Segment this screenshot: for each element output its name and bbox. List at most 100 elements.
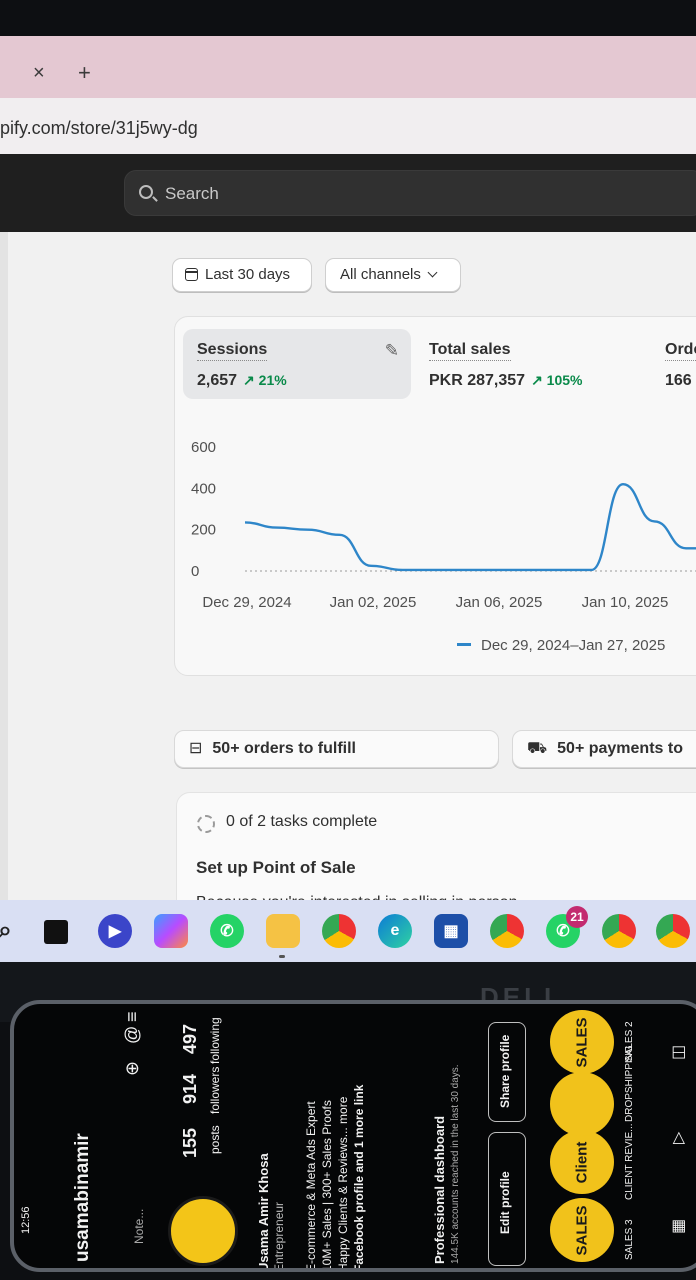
- bio-line-3[interactable]: Happy Clients & Reviews... more: [336, 1097, 350, 1268]
- y-tick-label: 200: [191, 522, 216, 539]
- followers-label: followers: [208, 1066, 222, 1114]
- tagged-icon[interactable]: ◫: [668, 1045, 688, 1060]
- legend-label: Dec 29, 2024–Jan 27, 2025: [481, 637, 666, 654]
- monitor-screen: × + pify.com/store/31j5wy-dg Search Last…: [0, 36, 696, 962]
- search-placeholder: Search: [165, 184, 219, 203]
- metric-value: 166: [665, 372, 692, 389]
- dashboard-subtitle: 144.5K accounts reached in the last 30 d…: [450, 1064, 461, 1264]
- menu-icon[interactable]: ≡: [122, 1011, 143, 1022]
- metric-value: PKR 287,357 ↗ 105%: [429, 372, 583, 389]
- highlight-label-1: SALES 3: [624, 1219, 635, 1260]
- instagram-profile-screen: 12:56 usamabinamir @ ⊕ ≡ Note... 155 pos…: [14, 1004, 696, 1272]
- analytics-card: 600 400 200 0 Dec 29, 2024 Jan 02, 2025 Jan 06…: [174, 316, 696, 676]
- payments-button[interactable]: ⛟ 50+ payments to: [512, 730, 696, 768]
- followers-count[interactable]: 914: [180, 1074, 201, 1104]
- highlight-sales-3[interactable]: SALES: [550, 1198, 614, 1262]
- store-icon[interactable]: ▦: [434, 914, 468, 948]
- following-count[interactable]: 497: [180, 1024, 201, 1054]
- date-range-button[interactable]: Last 30 days: [172, 258, 312, 292]
- series-line: [244, 482, 696, 572]
- profile-role: Entrepreneur: [272, 1201, 286, 1272]
- y-tick-label: 0: [191, 563, 199, 580]
- metric-sessions[interactable]: Sessions ✎ 2,657 ↗ 21%: [183, 329, 411, 399]
- admin-top-bar: Search: [0, 154, 696, 232]
- legend-swatch: [457, 643, 471, 646]
- posts-count[interactable]: 155: [180, 1128, 201, 1158]
- highlight-label-2: CLIENT REVIE...: [624, 1123, 635, 1200]
- bio-line-2: 10M+ Sales | 300+ Sales Proofs: [320, 1100, 334, 1272]
- following-label: following: [208, 1017, 222, 1064]
- bio-line-1: E-commerce & Meta Ads Expert: [304, 1101, 318, 1272]
- search-input[interactable]: Search: [124, 170, 696, 216]
- highlight-sales-2[interactable]: SALES: [550, 1010, 614, 1074]
- highlight-dropshipping[interactable]: [550, 1072, 614, 1136]
- reels-icon[interactable]: ▷: [668, 1132, 688, 1144]
- x-tick-label: Jan 02, 2025: [330, 594, 417, 611]
- share-profile-label: Share profile: [498, 1034, 512, 1108]
- search-icon: [139, 185, 153, 199]
- profile-username[interactable]: usamabinamir: [72, 1133, 94, 1262]
- chrome-profile-icon[interactable]: [490, 914, 524, 948]
- setup-title[interactable]: Set up Point of Sale: [196, 858, 356, 878]
- x-tick-label: Jan 10, 2025: [582, 594, 669, 611]
- phone-status-time: 12:56: [20, 1206, 32, 1234]
- channels-dropdown[interactable]: All channels: [325, 258, 461, 292]
- chrome-icon[interactable]: [322, 914, 356, 948]
- profile-name: Usama Amir Khosa: [256, 1153, 271, 1272]
- edge-icon[interactable]: e: [378, 914, 412, 948]
- chrome-profile-2-icon[interactable]: [602, 914, 636, 948]
- x-tick-label: Jan 06, 2025: [456, 594, 543, 611]
- y-tick-label: 400: [191, 480, 216, 497]
- left-nav-edge: [0, 232, 8, 900]
- avatar[interactable]: [168, 1196, 238, 1266]
- metric-value: 2,657 ↗ 21%: [197, 372, 287, 389]
- search-icon[interactable]: ⌕: [0, 914, 22, 948]
- chrome-profile-3-icon[interactable]: [656, 914, 690, 948]
- orders-to-fulfill-button[interactable]: ⊟ 50+ orders to fulfill: [174, 730, 499, 768]
- teams-icon[interactable]: ▶: [98, 914, 132, 948]
- posts-label: posts: [208, 1125, 222, 1154]
- chart-legend: Dec 29, 2024–Jan 27, 2025: [457, 637, 665, 654]
- chevron-down-icon: [427, 267, 438, 278]
- grid-icon[interactable]: ▦: [668, 1219, 688, 1234]
- close-tab-icon[interactable]: ×: [33, 62, 45, 85]
- active-indicator: [279, 955, 285, 958]
- metric-title: Sessions: [197, 341, 268, 361]
- create-icon[interactable]: ⊕: [122, 1061, 143, 1076]
- metric-delta: ↗ 105%: [531, 372, 583, 388]
- threads-icon[interactable]: @: [122, 1026, 143, 1044]
- file-explorer-icon[interactable]: [266, 914, 300, 958]
- browser-tab-bar: × +: [0, 36, 696, 98]
- highlight-label-4: SALES 2: [624, 1021, 635, 1062]
- inbox-icon: ⊟: [189, 740, 203, 757]
- edit-pencil-icon[interactable]: ✎: [385, 341, 399, 361]
- y-tick-label: 600: [191, 439, 216, 456]
- main-content: Last 30 days All channels 600 400 200 0 Dec …: [0, 232, 696, 932]
- bio-link[interactable]: Facebook profile and 1 more link: [352, 1085, 366, 1268]
- new-tab-icon[interactable]: +: [78, 60, 91, 86]
- note-bubble[interactable]: Note...: [132, 1209, 146, 1244]
- task-progress: 0 of 2 tasks complete: [226, 813, 378, 830]
- whatsapp-business-icon[interactable]: ✆ 21: [546, 906, 588, 948]
- metric-total-sales[interactable]: Total sales PKR 287,357 ↗ 105%: [415, 329, 635, 399]
- date-range-label: Last 30 days: [205, 266, 291, 283]
- url-text[interactable]: pify.com/store/31j5wy-dg: [0, 118, 198, 139]
- metric-orders[interactable]: Orde 166: [651, 329, 696, 399]
- address-bar[interactable]: pify.com/store/31j5wy-dg: [0, 98, 696, 154]
- metric-delta: ↗ 21%: [243, 372, 287, 388]
- highlight-client-reviews[interactable]: Client: [550, 1130, 614, 1194]
- copilot-icon[interactable]: [154, 914, 188, 948]
- whatsapp-icon[interactable]: ✆: [210, 914, 244, 948]
- windows-taskbar: ⌕ ▶ ✆ e ▦ ✆ 21: [0, 900, 696, 962]
- x-tick-label: Dec 29, 2024: [202, 594, 291, 611]
- metric-title: Total sales: [429, 341, 511, 361]
- payment-icon: ⛟: [527, 740, 548, 757]
- channels-label: All channels: [340, 266, 421, 283]
- phone-device: 12:56 usamabinamir @ ⊕ ≡ Note... 155 pos…: [10, 1000, 696, 1272]
- task-view-icon[interactable]: [44, 920, 68, 944]
- calendar-icon: [185, 268, 198, 281]
- dashboard-title[interactable]: Professional dashboard: [432, 1116, 447, 1264]
- metric-title: Orde: [665, 341, 696, 361]
- payments-label: 50+ payments to: [557, 740, 683, 757]
- edit-profile-label: Edit profile: [498, 1171, 512, 1234]
